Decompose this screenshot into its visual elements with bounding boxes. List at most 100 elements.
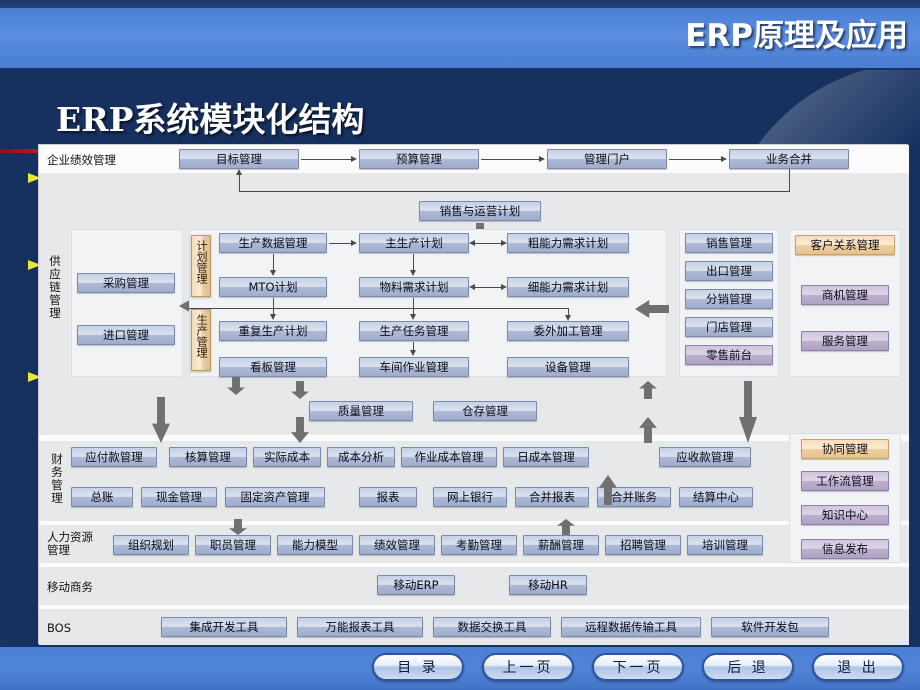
module-accounting[interactable]: 核算管理 bbox=[169, 447, 247, 467]
band-mobile bbox=[39, 567, 909, 605]
module-budget[interactable]: 预算管理 bbox=[359, 149, 479, 169]
module-knowledge[interactable]: 知识中心 bbox=[801, 505, 889, 525]
module-ide[interactable]: 集成开发工具 bbox=[161, 617, 287, 637]
erp-module-diagram: 企业绩效管理 目标管理 预算管理 管理门户 业务合并 销售与运营计划 供应链管理… bbox=[38, 144, 909, 645]
module-info-publish[interactable]: 信息发布 bbox=[801, 539, 889, 559]
row-label-mobile: 移动商务 bbox=[47, 580, 93, 594]
nav-contents-button[interactable]: 目 录 bbox=[372, 653, 464, 681]
module-reports[interactable]: 报表 bbox=[359, 487, 417, 507]
panel-supply bbox=[71, 229, 183, 377]
arrowhead-mps-mrp bbox=[409, 270, 416, 276]
module-purchase[interactable]: 采购管理 bbox=[77, 273, 175, 293]
module-prod-data[interactable]: 生产数据管理 bbox=[219, 233, 327, 253]
row-label-epm: 企业绩效管理 bbox=[47, 153, 116, 167]
module-fixed-assets[interactable]: 固定资产管理 bbox=[225, 487, 325, 507]
module-ap[interactable]: 应付款管理 bbox=[71, 447, 157, 467]
arrowhead-mrp-task bbox=[409, 314, 416, 320]
arrowhead-mrp-crp bbox=[501, 283, 507, 290]
arrowhead-rccp-mps bbox=[469, 239, 475, 246]
row-label-scm-text: 供应链管理 bbox=[49, 254, 61, 320]
module-attendance[interactable]: 考勤管理 bbox=[441, 535, 517, 555]
module-recruiting[interactable]: 招聘管理 bbox=[605, 535, 681, 555]
module-payroll[interactable]: 薪酬管理 bbox=[523, 535, 599, 555]
module-outsourcing[interactable]: 委外加工管理 bbox=[507, 321, 629, 341]
connector-proddata-mto bbox=[273, 254, 274, 270]
module-data-exchange[interactable]: 数据交换工具 bbox=[433, 617, 551, 637]
module-mps[interactable]: 主生产计划 bbox=[359, 233, 469, 253]
module-pos[interactable]: 零售前台 bbox=[685, 345, 773, 365]
module-performance[interactable]: 绩效管理 bbox=[359, 535, 435, 555]
row-label-hr: 人力资源管理 bbox=[47, 531, 97, 557]
connector-feedback-h bbox=[239, 191, 790, 192]
module-mbo[interactable]: 目标管理 bbox=[179, 149, 299, 169]
arrowhead-epm-3 bbox=[721, 155, 727, 162]
module-cost-analysis[interactable]: 成本分析 bbox=[327, 447, 395, 467]
connector-epm-3 bbox=[669, 159, 721, 160]
module-crp[interactable]: 细能力需求计划 bbox=[507, 277, 629, 297]
module-mto-plan[interactable]: MTO计划 bbox=[219, 277, 327, 297]
module-mobile-hr[interactable]: 移动HR bbox=[509, 575, 587, 595]
nav-exit-button[interactable]: 退 出 bbox=[812, 653, 904, 681]
module-opportunity[interactable]: 商机管理 bbox=[801, 285, 889, 305]
module-collab-header[interactable]: 协同管理 bbox=[801, 439, 889, 459]
arrowhead-bus-drop bbox=[564, 315, 571, 321]
arrowhead-mto-repeat bbox=[269, 314, 276, 320]
module-remote-data[interactable]: 远程数据传输工具 bbox=[561, 617, 701, 637]
strip-plan-label: 计划管理 bbox=[195, 240, 208, 284]
module-mobile-erp[interactable]: 移动ERP bbox=[377, 575, 455, 595]
connector-mps-rccp bbox=[473, 243, 501, 244]
module-ar[interactable]: 应收款管理 bbox=[659, 447, 751, 467]
module-rccp[interactable]: 粗能力需求计划 bbox=[507, 233, 629, 253]
module-daily-cost[interactable]: 日成本管理 bbox=[503, 447, 589, 467]
module-quality[interactable]: 质量管理 bbox=[309, 401, 413, 421]
arrowhead-epm-2 bbox=[539, 155, 545, 162]
module-inventory[interactable]: 仓存管理 bbox=[433, 401, 537, 421]
module-sop[interactable]: 销售与运营计划 bbox=[419, 201, 541, 221]
module-consol-report[interactable]: 合并报表 bbox=[515, 487, 589, 507]
module-portal[interactable]: 管理门户 bbox=[547, 149, 667, 169]
module-actual-cost[interactable]: 实际成本 bbox=[253, 447, 321, 467]
arrowhead-mps-rccp bbox=[501, 239, 507, 246]
module-workflow[interactable]: 工作流管理 bbox=[801, 471, 889, 491]
strip-production-management[interactable]: 生产管理 bbox=[191, 309, 211, 371]
module-gl[interactable]: 总账 bbox=[71, 487, 133, 507]
nav-back-button[interactable]: 后 退 bbox=[702, 653, 794, 681]
nav-prev-button[interactable]: 上一页 bbox=[482, 653, 574, 681]
module-equipment[interactable]: 设备管理 bbox=[507, 357, 629, 377]
module-sales[interactable]: 销售管理 bbox=[685, 233, 773, 253]
module-store[interactable]: 门店管理 bbox=[685, 317, 773, 337]
module-sdk[interactable]: 软件开发包 bbox=[711, 617, 829, 637]
module-competency[interactable]: 能力模型 bbox=[277, 535, 353, 555]
arrowhead-proddata-mto bbox=[269, 270, 276, 276]
connector-feedback-v2 bbox=[239, 175, 240, 191]
row-label-hr-text: 人力资源管理 bbox=[47, 530, 93, 557]
page-title: ERP系统模块化结构 bbox=[56, 100, 365, 139]
module-report-tool[interactable]: 万能报表工具 bbox=[297, 617, 423, 637]
module-training[interactable]: 培训管理 bbox=[687, 535, 763, 555]
module-workshop[interactable]: 车间作业管理 bbox=[359, 357, 469, 377]
connector-task-workshop bbox=[413, 342, 414, 350]
module-service[interactable]: 服务管理 bbox=[801, 331, 889, 351]
connector-epm-2 bbox=[481, 159, 539, 160]
module-org-plan[interactable]: 组织规划 bbox=[113, 535, 189, 555]
module-import[interactable]: 进口管理 bbox=[77, 325, 175, 345]
strip-production-label: 生产管理 bbox=[195, 314, 208, 358]
module-prod-task[interactable]: 生产任务管理 bbox=[359, 321, 469, 341]
module-settlement[interactable]: 结算中心 bbox=[679, 487, 753, 507]
module-repeat-prod[interactable]: 重复生产计划 bbox=[219, 321, 327, 341]
module-staff[interactable]: 职员管理 bbox=[195, 535, 271, 555]
module-export[interactable]: 出口管理 bbox=[685, 261, 773, 281]
connector-bus-main bbox=[189, 308, 569, 309]
module-kanban[interactable]: 看板管理 bbox=[219, 357, 327, 377]
module-mrp[interactable]: 物料需求计划 bbox=[359, 277, 469, 297]
module-cash[interactable]: 现金管理 bbox=[141, 487, 217, 507]
arrowhead-proddata-mps bbox=[351, 239, 357, 246]
nav-next-button[interactable]: 下一页 bbox=[592, 653, 684, 681]
strip-plan-management[interactable]: 计划管理 bbox=[191, 235, 211, 297]
module-distribution[interactable]: 分销管理 bbox=[685, 289, 773, 309]
module-bizmerge[interactable]: 业务合并 bbox=[729, 149, 849, 169]
header-top-strip bbox=[0, 0, 920, 8]
module-crm-header[interactable]: 客户关系管理 bbox=[795, 235, 895, 255]
module-abc-cost[interactable]: 作业成本管理 bbox=[401, 447, 497, 467]
module-ebank[interactable]: 网上银行 bbox=[433, 487, 507, 507]
